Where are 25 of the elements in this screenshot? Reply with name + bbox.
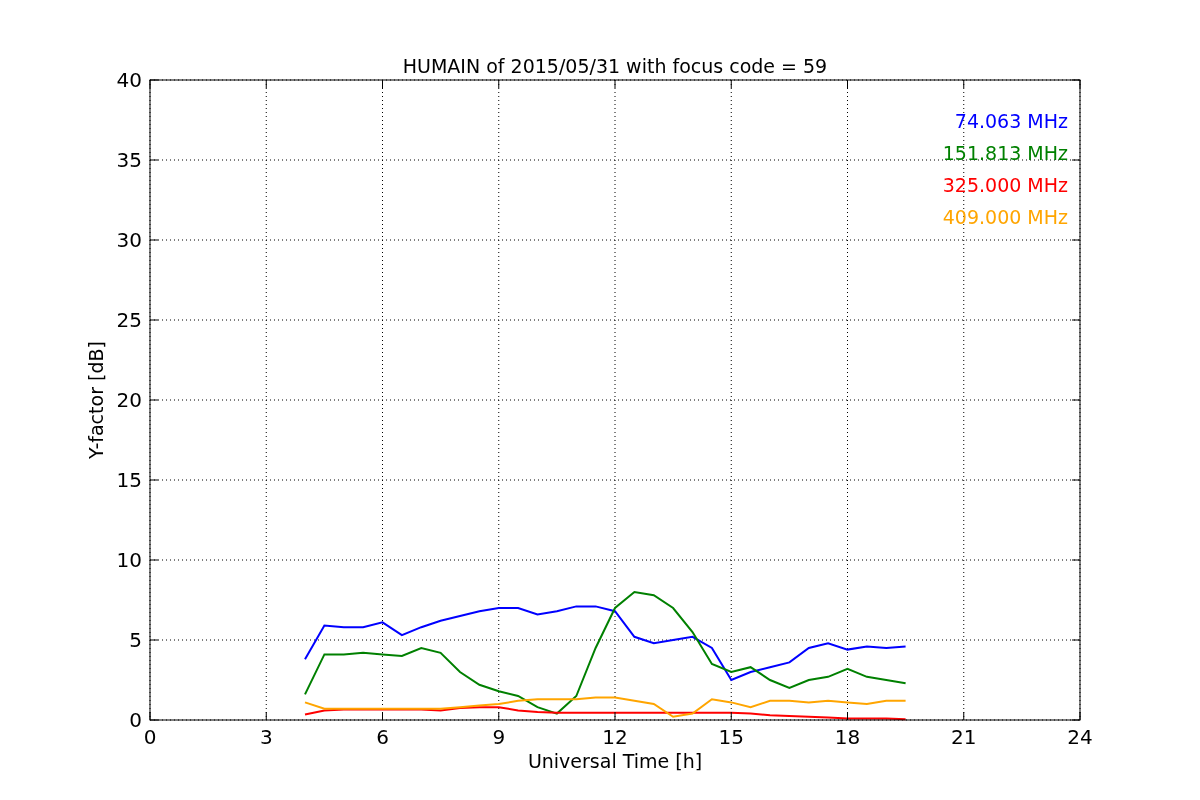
tick-label: 15 xyxy=(116,468,142,492)
legend-label: 325.000 MHz xyxy=(942,174,1068,196)
tick-label: 0 xyxy=(143,725,157,749)
y-axis-label: Y-factor [dB] xyxy=(85,341,107,459)
legend-label: 409.000 MHz xyxy=(942,206,1068,228)
tick-label: 3 xyxy=(259,725,273,749)
x-axis-label: Universal Time [h] xyxy=(527,750,703,772)
legend-label: 74.063 MHz xyxy=(954,110,1068,132)
tick-label: 18 xyxy=(834,725,861,749)
tick-label: 40 xyxy=(116,68,142,92)
tick-label: 35 xyxy=(116,148,142,172)
tick-label: 9 xyxy=(492,725,506,749)
legend-label: 151.813 MHz xyxy=(942,142,1068,164)
chart-title: HUMAIN of 2015/05/31 with focus code = 59 xyxy=(402,55,828,77)
tick-label: 24 xyxy=(1067,725,1093,749)
tick-label: 12 xyxy=(602,725,628,749)
tick-label: 0 xyxy=(129,708,142,732)
tick-label: 25 xyxy=(116,308,142,332)
tick-label: 15 xyxy=(718,725,744,749)
tick-label: 21 xyxy=(951,725,977,749)
tick-label: 6 xyxy=(376,725,389,749)
tick-label: 20 xyxy=(116,388,142,412)
tick-label: 5 xyxy=(129,628,142,652)
tick-label: 30 xyxy=(116,228,142,252)
tick-label: 10 xyxy=(116,548,142,572)
